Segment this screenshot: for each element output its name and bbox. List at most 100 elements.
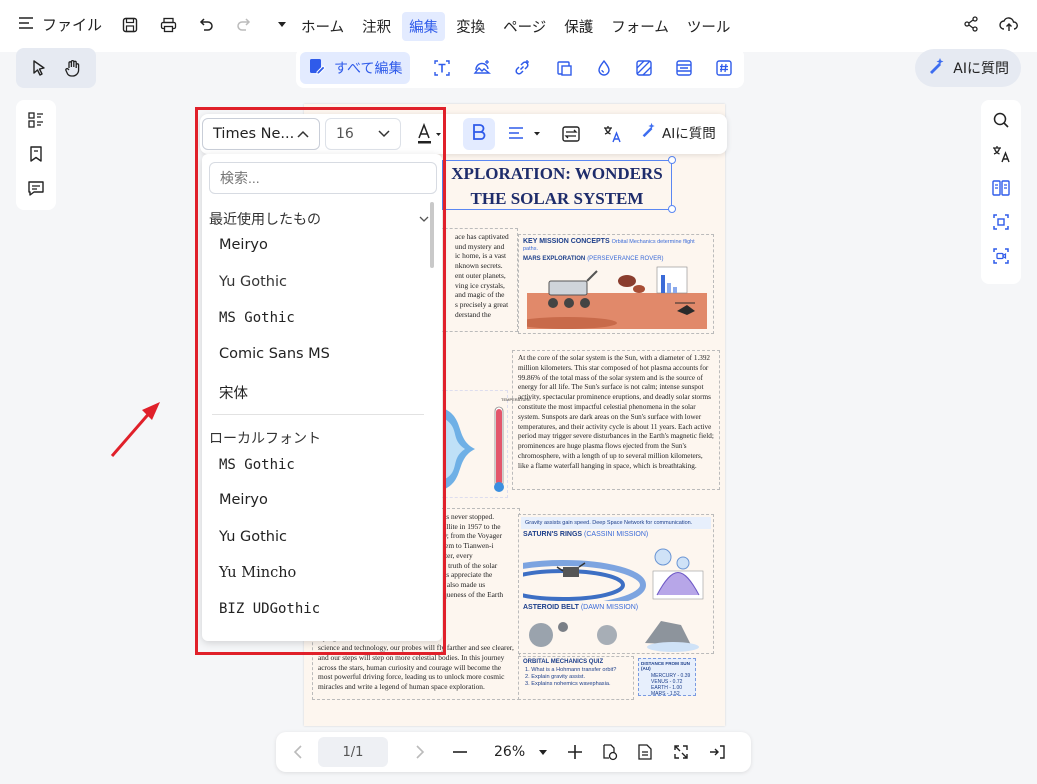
distance-heading: DISTANCE FROM SUN (AU) <box>641 661 690 671</box>
zoom-out-icon[interactable] <box>448 740 472 764</box>
translate-icon[interactable] <box>991 144 1011 164</box>
bold-icon <box>472 123 486 146</box>
translate-text-icon[interactable] <box>600 122 626 146</box>
search-icon[interactable] <box>991 110 1011 130</box>
ai-sparkle-icon <box>927 57 945 79</box>
resize-handle-bottom-right[interactable] <box>668 205 676 213</box>
distance-box[interactable]: DISTANCE FROM SUN (AU) MERCURY - 0.39 VE… <box>638 658 696 697</box>
top-menu-bar: ファイル ホーム 注釈 編集 変換 ページ 保護 フォーム ツール <box>0 0 1037 52</box>
fullscreen-icon[interactable] <box>669 740 693 764</box>
right-sidebar <box>981 100 1021 284</box>
redo-icon[interactable] <box>234 15 254 35</box>
asteroid-belt-illustration <box>529 621 699 652</box>
ai-ask-label: AIに質問 <box>953 61 1009 77</box>
quiz-box[interactable]: ORBITAL MECHANICS QUIZ 1. What is a Hohm… <box>518 656 634 700</box>
bates-number-icon[interactable] <box>714 58 734 78</box>
tool-row: すべて編集 AIに質問 <box>0 46 1037 92</box>
comment-icon[interactable] <box>26 178 46 198</box>
sun-text: At the core of the solar system is the S… <box>518 354 714 470</box>
edit-toolbar: すべて編集 <box>296 48 744 88</box>
resize-handle-top-right[interactable] <box>668 156 676 164</box>
file-menu-button[interactable]: ファイル <box>18 14 102 35</box>
zoom-dropdown-icon <box>539 744 548 760</box>
tab-form[interactable]: フォーム <box>604 12 676 41</box>
key-concepts-box[interactable]: KEY MISSION CONCEPTS Orbital Mechanics d… <box>518 234 714 334</box>
title-line-1: XPLORATION: WONDERS <box>451 164 663 183</box>
top-right-tools <box>961 14 1019 34</box>
tab-edit[interactable]: 編集 <box>402 12 446 41</box>
add-link-icon[interactable] <box>512 58 532 78</box>
print-icon[interactable] <box>158 15 178 35</box>
toolbar-ai-ask-button[interactable]: AIに質問 <box>640 122 716 142</box>
zoom-select[interactable]: 26% <box>494 744 548 760</box>
top-left-tools: ファイル <box>18 14 292 35</box>
thumbnails-icon[interactable] <box>26 110 46 130</box>
hamburger-icon <box>18 16 34 34</box>
distance-row: MARS - 1.52 <box>651 691 680 697</box>
ai-sparkle-icon <box>640 122 656 142</box>
page-view-icon[interactable] <box>633 740 657 764</box>
crop-page-icon[interactable] <box>554 58 574 78</box>
cloud-upload-icon[interactable] <box>999 14 1019 34</box>
tab-home[interactable]: ホーム <box>294 12 351 41</box>
temperature-label: TEMPERATURE <box>501 397 531 402</box>
quiz-heading: ORBITAL MECHANICS QUIZ <box>523 659 604 665</box>
edit-all-button[interactable]: すべて編集 <box>300 52 411 84</box>
tab-protect[interactable]: 保護 <box>557 12 600 41</box>
mars-rover-illustration <box>527 266 707 329</box>
screen-record-icon[interactable] <box>991 246 1011 266</box>
quiz-item: 2. Explain gravity assist. <box>525 674 586 681</box>
screenshot-crop-icon[interactable] <box>991 212 1011 232</box>
page-indicator[interactable]: 1/1 <box>318 737 388 767</box>
sun-text-box[interactable]: At the core of the solar system is the S… <box>512 350 720 490</box>
tab-tools[interactable]: ツール <box>680 12 738 41</box>
highlight-rectangle <box>195 107 446 655</box>
watermark-icon[interactable] <box>594 58 614 78</box>
tab-annotate[interactable]: 注釈 <box>355 12 398 41</box>
share-icon[interactable] <box>961 14 981 34</box>
background-icon[interactable] <box>634 58 654 78</box>
toolbar-ai-ask-label: AIに質問 <box>662 126 716 142</box>
bookmark-icon[interactable] <box>26 144 46 164</box>
zoom-in-icon[interactable] <box>563 740 587 764</box>
tab-convert[interactable]: 変換 <box>449 12 492 41</box>
collapse-panel-icon[interactable] <box>705 740 729 764</box>
quiz-item: 3. Explains nohemics wavephasia. <box>525 681 611 688</box>
red-arrow-annotation <box>110 402 160 457</box>
saturn-rings-illustration <box>523 548 704 601</box>
save-icon[interactable] <box>120 15 140 35</box>
distance-list: MERCURY - 0.39 VENUS - 0.72 EARTH - 1.00… <box>639 673 695 697</box>
bold-button[interactable] <box>463 118 495 150</box>
document-title[interactable]: XPLORATION: WONDERS THE SOLAR SYSTEM <box>442 160 672 210</box>
saturn-box[interactable]: Gravity assists gain speed. Deep Space N… <box>518 514 714 654</box>
main-menu-tabs: ホーム 注釈 編集 変換 ページ 保護 フォーム ツール <box>294 12 737 41</box>
line-spacing-icon[interactable] <box>558 122 584 146</box>
tab-page[interactable]: ページ <box>496 12 553 41</box>
ai-ask-button[interactable]: AIに質問 <box>915 49 1021 87</box>
header-footer-icon[interactable] <box>674 58 694 78</box>
hand-pan-icon[interactable] <box>63 58 83 78</box>
quick-access-dropdown-icon[interactable] <box>272 15 292 35</box>
left-sidebar <box>16 100 56 210</box>
key-concepts-heading: KEY MISSION CONCEPTS Orbital Mechanics d… <box>523 238 695 252</box>
file-menu-label: ファイル <box>42 16 103 34</box>
zoom-value: 26% <box>494 744 526 760</box>
temperature-illustration <box>445 406 504 492</box>
add-image-icon[interactable] <box>472 58 492 78</box>
quiz-list: 1. What is a Hohmann transfer orbit? 2. … <box>519 667 633 689</box>
selection-tools <box>16 48 96 88</box>
title-line-2: THE SOLAR SYSTEM <box>470 189 644 208</box>
edit-document-icon <box>308 57 326 79</box>
select-cursor-icon[interactable] <box>29 58 49 78</box>
gravity-note: Gravity assists gain speed. Deep Space N… <box>521 517 711 529</box>
rotate-view-icon[interactable] <box>597 740 621 764</box>
add-text-icon[interactable] <box>432 58 452 78</box>
next-page-icon[interactable] <box>408 740 432 764</box>
align-icon[interactable] <box>504 122 544 146</box>
edit-all-label: すべて編集 <box>334 61 403 77</box>
quiz-item: 1. What is a Hohmann transfer orbit? <box>525 667 617 673</box>
undo-icon[interactable] <box>196 15 216 35</box>
bottom-navigation-bar: 1/1 26% <box>276 732 751 772</box>
previous-page-icon[interactable] <box>286 740 310 764</box>
compare-icon[interactable] <box>991 178 1011 198</box>
